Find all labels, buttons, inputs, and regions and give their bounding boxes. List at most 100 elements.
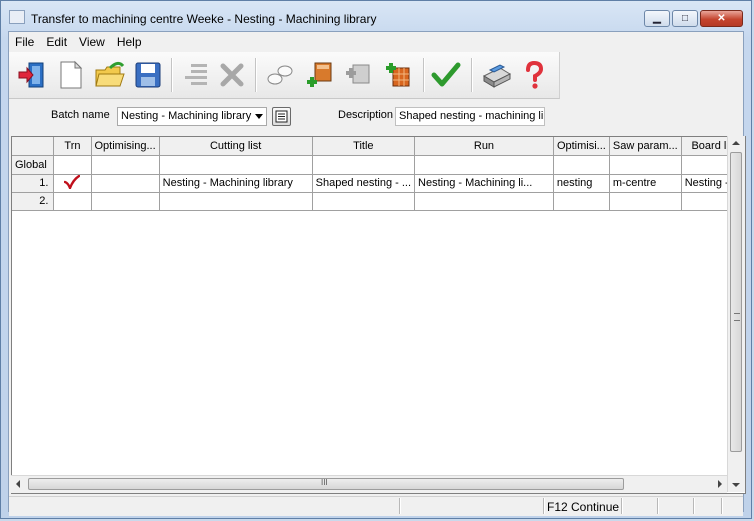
menu-bar: File Edit View Help	[9, 32, 743, 52]
add-board-icon	[307, 62, 332, 87]
client-area: File Edit View Help Batch name Nesting -…	[8, 31, 746, 516]
close-icon: ✕	[717, 13, 726, 24]
copy-board-icon	[346, 64, 370, 84]
vertical-scroll-thumb[interactable]	[730, 152, 742, 452]
optimisi-cell[interactable]: nesting	[553, 174, 610, 193]
col-header-title[interactable]: Title	[312, 137, 416, 156]
print-button[interactable]	[479, 58, 513, 92]
title-cell[interactable]	[312, 192, 416, 211]
batch-name-combo[interactable]: Nesting - Machining library	[117, 107, 267, 126]
link-button[interactable]	[263, 58, 297, 92]
optimisi-cell[interactable]	[553, 192, 610, 211]
col-header-run[interactable]: Run	[414, 137, 554, 156]
description-field[interactable]: Shaped nesting - machining lib	[395, 107, 545, 126]
trn-checkbox[interactable]	[53, 174, 92, 193]
row-number[interactable]: 2.	[12, 192, 55, 211]
menu-help[interactable]: Help	[111, 32, 148, 52]
saw-param-cell[interactable]: m-centre	[609, 174, 682, 193]
menu-file[interactable]: File	[9, 32, 40, 52]
menu-edit[interactable]: Edit	[40, 32, 73, 52]
header-row: Trn Optimising... Cutting list Title Run…	[12, 137, 745, 156]
status-bar: F12 Continue	[9, 496, 743, 516]
vertical-scrollbar[interactable]	[727, 136, 745, 492]
cancel-button[interactable]	[215, 58, 249, 92]
batch-name-value: Nesting - Machining library	[121, 110, 252, 122]
link-icon	[267, 65, 293, 85]
close-button[interactable]: ✕	[700, 10, 743, 27]
grid-cell[interactable]	[553, 155, 610, 175]
status-divider	[399, 498, 401, 514]
chevron-down-icon	[255, 114, 263, 119]
open-button[interactable]	[93, 58, 127, 92]
table-row: 2.	[12, 192, 745, 211]
help-question-icon	[526, 60, 544, 89]
delete-line-icon	[185, 64, 207, 85]
col-header-trn[interactable]: Trn	[53, 137, 92, 156]
status-divider	[657, 498, 659, 514]
open-folder-icon	[95, 61, 125, 87]
scroll-left-icon[interactable]	[16, 480, 20, 488]
cutting-list-cell[interactable]: Nesting - Machining library	[159, 174, 313, 193]
optimising-cell[interactable]	[91, 192, 160, 211]
new-button[interactable]	[53, 58, 87, 92]
title-cell[interactable]: Shaped nesting - ...	[312, 174, 416, 193]
minimize-button[interactable]: ▁	[644, 10, 670, 27]
checkmark-icon	[64, 174, 81, 191]
delete-line-button[interactable]	[179, 58, 213, 92]
status-divider	[693, 498, 695, 514]
add-board-button[interactable]	[303, 58, 337, 92]
filter-bar: Batch name Nesting - Machining library D…	[9, 100, 743, 134]
save-button[interactable]	[131, 58, 165, 92]
col-header-optimisi[interactable]: Optimisi...	[553, 137, 610, 156]
toolbar	[9, 52, 560, 99]
horizontal-scrollbar[interactable]: III	[11, 475, 727, 493]
title-bar[interactable]: Transfer to machining centre Weeke - Nes…	[1, 1, 751, 31]
corner-cell	[12, 137, 55, 156]
trn-checkbox[interactable]	[53, 192, 92, 211]
list-book-icon	[275, 110, 288, 123]
table-row: 1. Nesting - Machining library Shaped ne…	[12, 174, 745, 193]
batch-grid: Trn Optimising... Cutting list Title Run…	[11, 136, 746, 494]
grid-cell[interactable]	[414, 155, 554, 175]
grid-cell[interactable]	[91, 155, 160, 175]
main-window: Transfer to machining centre Weeke - Nes…	[0, 0, 752, 519]
cancel-x-icon	[220, 63, 244, 87]
print-icon	[482, 64, 512, 88]
run-cell[interactable]: Nesting - Machining li...	[414, 174, 554, 193]
maximize-button[interactable]: □	[672, 10, 698, 27]
grid-cell[interactable]	[312, 155, 416, 175]
saw-param-cell[interactable]	[609, 192, 682, 211]
col-header-saw-param[interactable]: Saw param...	[609, 137, 682, 156]
save-disk-icon	[135, 62, 161, 88]
exit-button[interactable]	[15, 58, 49, 92]
help-button[interactable]	[517, 58, 551, 92]
confirm-button[interactable]	[429, 58, 463, 92]
maximize-icon: □	[681, 13, 689, 24]
copy-board-button[interactable]	[341, 58, 375, 92]
scroll-down-icon[interactable]	[732, 483, 740, 487]
col-header-optimising[interactable]: Optimising...	[91, 137, 160, 156]
global-row-header[interactable]: Global	[12, 155, 55, 175]
grid-cell[interactable]	[609, 155, 682, 175]
status-divider	[543, 498, 545, 514]
grid-cell[interactable]	[53, 155, 92, 175]
cutting-list-cell[interactable]	[159, 192, 313, 211]
batch-name-label: Batch name	[51, 109, 110, 121]
grid-cell[interactable]	[159, 155, 313, 175]
grid-table: Trn Optimising... Cutting list Title Run…	[12, 137, 745, 211]
scroll-up-icon[interactable]	[732, 141, 740, 145]
scroll-right-icon[interactable]	[718, 480, 722, 488]
grip-icon	[734, 313, 740, 321]
confirm-check-icon	[431, 62, 461, 87]
batch-browse-button[interactable]	[272, 107, 291, 126]
add-pattern-button[interactable]	[381, 58, 415, 92]
run-cell[interactable]	[414, 192, 554, 211]
horizontal-scroll-thumb[interactable]: III	[28, 478, 624, 490]
row-number[interactable]: 1.	[12, 174, 55, 193]
minimize-icon: ▁	[653, 13, 661, 24]
optimising-cell[interactable]	[91, 174, 160, 193]
col-header-cutting-list[interactable]: Cutting list	[159, 137, 313, 156]
menu-view[interactable]: View	[73, 32, 111, 52]
status-f12-continue[interactable]: F12 Continue	[547, 500, 619, 514]
window-title: Transfer to machining centre Weeke - Nes…	[31, 12, 377, 26]
